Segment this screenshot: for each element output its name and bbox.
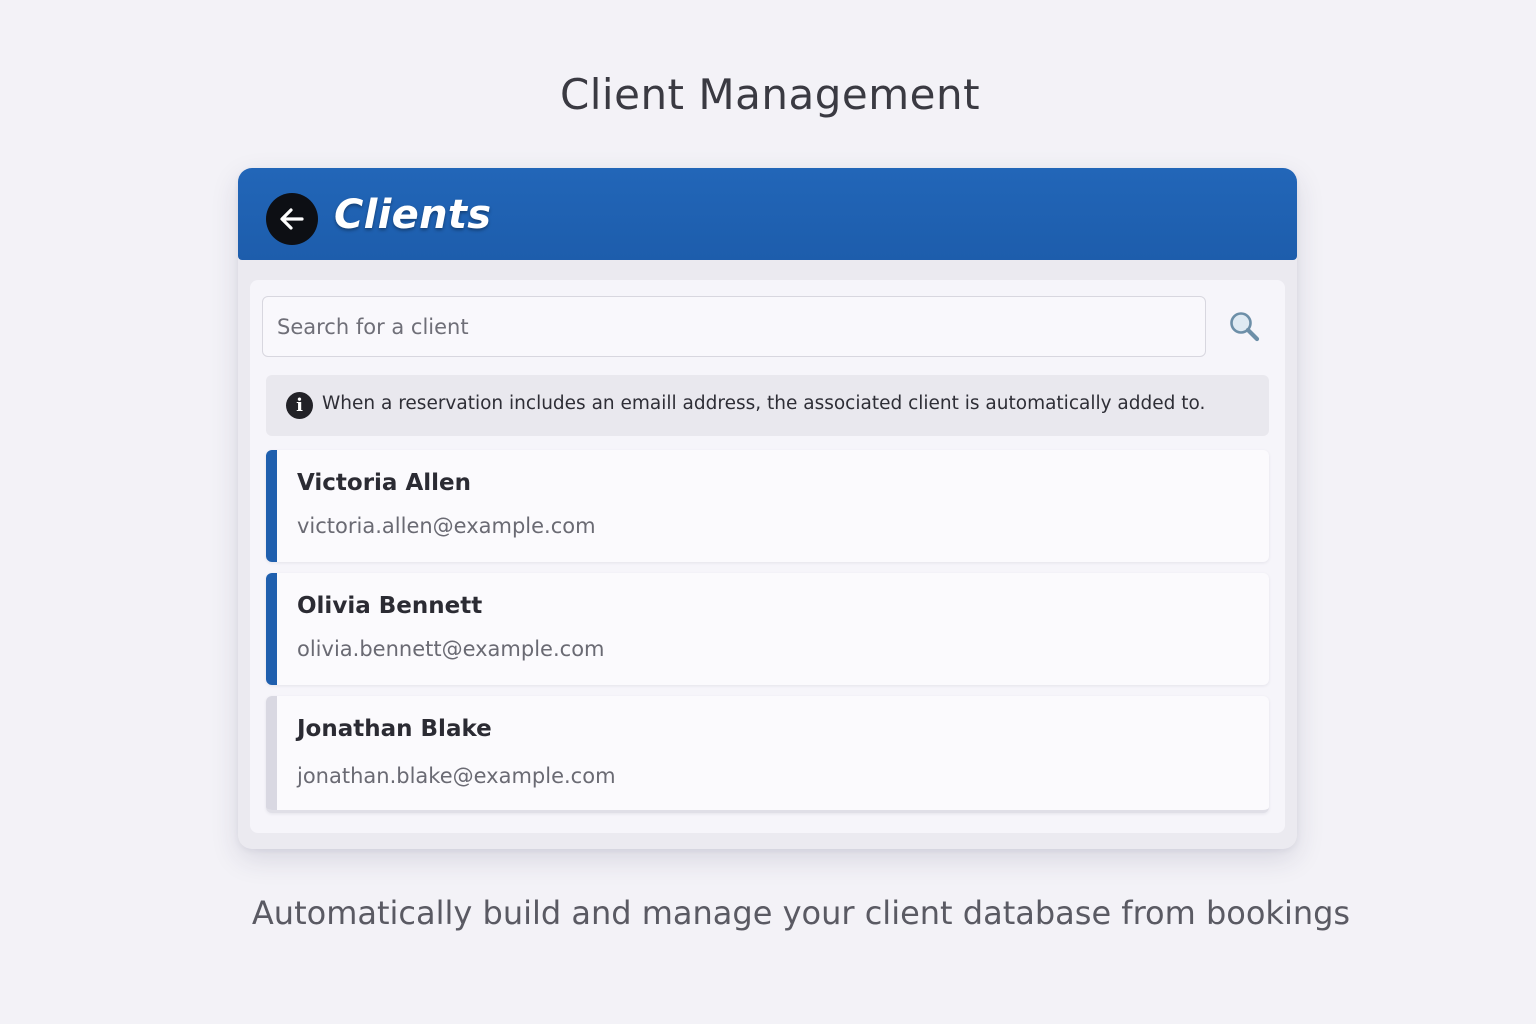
clients-header: Clients bbox=[238, 168, 1297, 260]
client-accent-bar bbox=[266, 450, 277, 562]
client-list: Victoria Allen victoria.allen@example.co… bbox=[266, 450, 1269, 824]
client-card-victoria-allen[interactable]: Victoria Allen victoria.allen@example.co… bbox=[266, 450, 1269, 562]
magnifier-icon bbox=[1230, 312, 1260, 342]
client-email: victoria.allen@example.com bbox=[297, 514, 596, 538]
client-name: Victoria Allen bbox=[297, 470, 472, 496]
info-banner: i When a reservation includes an emaill … bbox=[266, 375, 1269, 436]
clients-panel: Clients i When a reservation includes an… bbox=[238, 168, 1297, 849]
client-accent-bar bbox=[266, 696, 277, 810]
search-input[interactable] bbox=[262, 296, 1206, 357]
client-accent-bar bbox=[266, 573, 277, 685]
client-card-jonathan-blake[interactable]: Jonathan Blake jonathan.blake@example.co… bbox=[266, 696, 1269, 813]
info-text: When a reservation includes an emaill ad… bbox=[322, 393, 1206, 414]
client-name: Jonathan Blake bbox=[297, 716, 492, 742]
tagline: Automatically build and manage your clie… bbox=[251, 894, 1351, 932]
back-button[interactable] bbox=[266, 193, 318, 245]
arrow-left-icon bbox=[280, 208, 304, 230]
client-card-olivia-bennett[interactable]: Olivia Bennett olivia.bennett@example.co… bbox=[266, 573, 1269, 685]
client-email: olivia.bennett@example.com bbox=[297, 637, 605, 661]
search-button[interactable] bbox=[1226, 308, 1264, 346]
page-heading: Client Management bbox=[559, 70, 981, 119]
client-email: jonathan.blake@example.com bbox=[297, 764, 616, 788]
clients-content: i When a reservation includes an emaill … bbox=[250, 280, 1285, 833]
info-icon: i bbox=[286, 392, 313, 419]
header-title: Clients bbox=[334, 192, 492, 238]
client-name: Olivia Bennett bbox=[297, 593, 483, 619]
